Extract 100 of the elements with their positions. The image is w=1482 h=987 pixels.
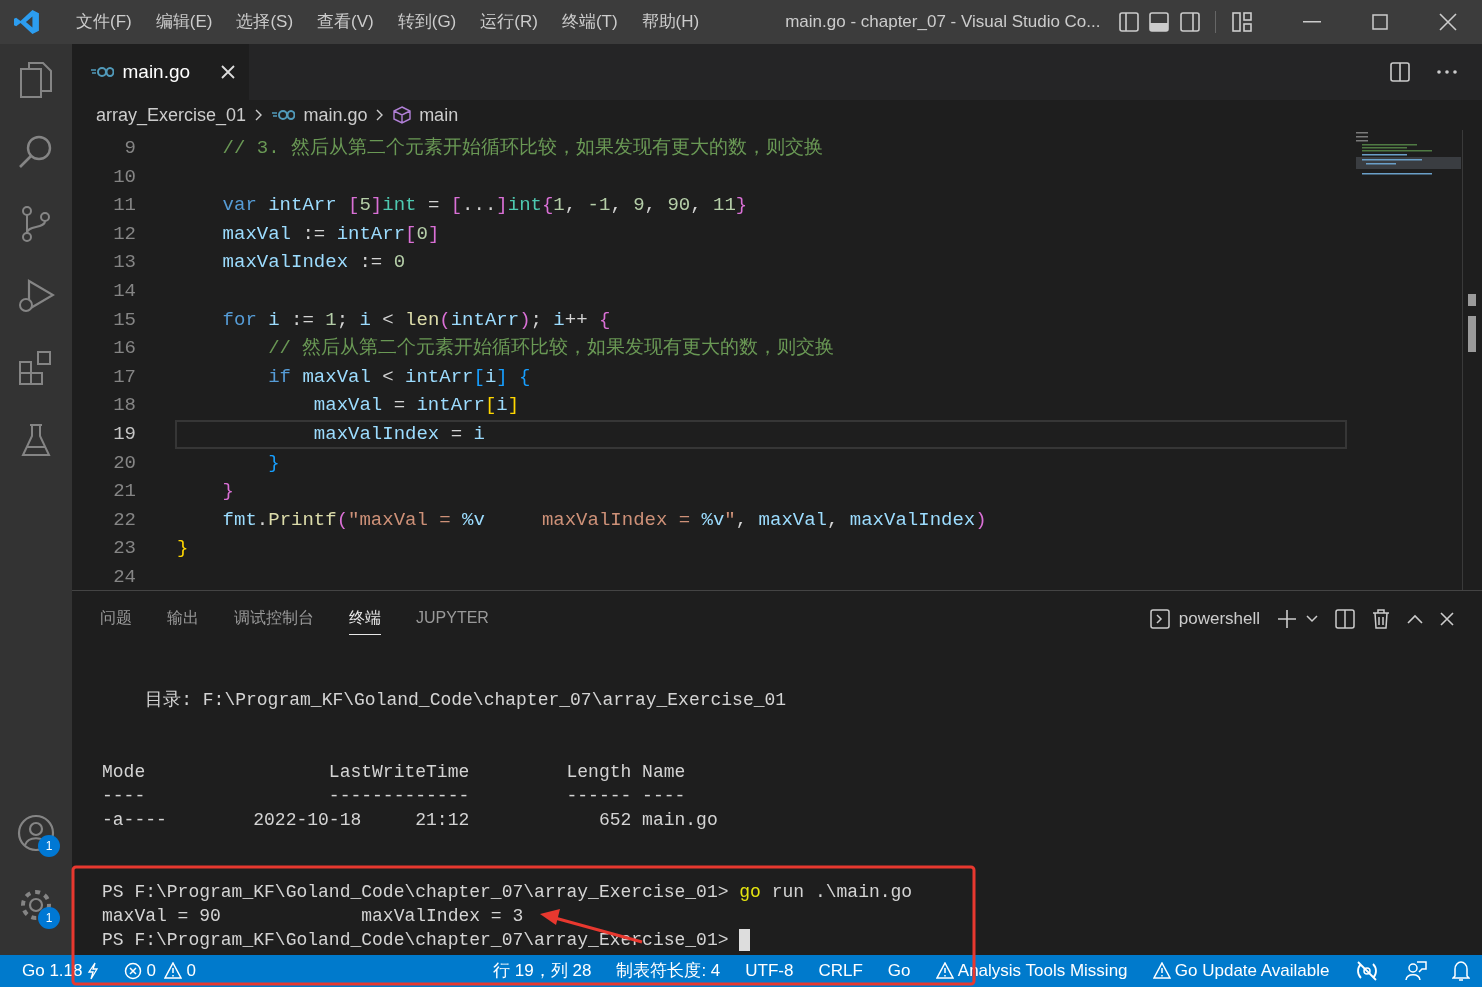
status-item[interactable]: CRLF: [818, 958, 863, 984]
status-item[interactable]: Go Update Available: [1174, 958, 1330, 984]
toggle-sidebar-icon[interactable]: [1117, 11, 1140, 33]
menu-item[interactable]: 查看(V): [305, 9, 386, 35]
line-number: 11: [112, 193, 136, 219]
close-icon[interactable]: [1439, 13, 1457, 31]
line-number: 15: [112, 307, 136, 333]
layout-icon[interactable]: [1230, 11, 1253, 33]
menu-item[interactable]: 终端(T): [549, 9, 630, 35]
code-line: if maxVal < intArr[i] {: [267, 364, 532, 390]
line-number: 13: [112, 250, 136, 276]
status-item[interactable]: UTF-8: [745, 958, 794, 984]
status-item[interactable]: Go: [887, 958, 911, 984]
breadcrumb-item[interactable]: main: [419, 101, 459, 129]
run-debug-icon[interactable]: [17, 278, 55, 314]
close-icon[interactable]: [1440, 611, 1454, 626]
scrollbar-thumb[interactable]: [1468, 294, 1478, 352]
chevron-down-icon[interactable]: [1306, 614, 1318, 623]
toggle-panel-icon[interactable]: [1148, 11, 1170, 33]
line-number: 9: [123, 136, 136, 162]
line-number: 14: [112, 279, 136, 304]
code-line: maxValIndex := 0: [221, 250, 407, 276]
line-number: 21: [112, 479, 136, 505]
chevron-right-icon: [376, 109, 385, 121]
code-line: }: [267, 450, 281, 476]
line-number: 22: [112, 507, 136, 533]
code-line: for i := 1; i < len(intArr); i++ {: [221, 307, 612, 333]
search-icon[interactable]: [18, 134, 54, 170]
code-line: // 3. 然后从第二个元素开始循环比较，如果发现有更大的数，则交换: [221, 136, 825, 162]
line-number: 24: [112, 564, 136, 590]
panel-tab[interactable]: 问题: [100, 602, 132, 635]
line-number: 20: [112, 450, 136, 476]
terminal-line: maxVal = 90 maxValIndex = 3: [102, 906, 524, 926]
more-actions-icon[interactable]: [1436, 70, 1457, 74]
breadcrumb-item[interactable]: array_Exercise_01: [96, 101, 247, 129]
line-number: 12: [112, 221, 136, 247]
terminal-line: 目录: F:\Program_KF\Goland_Code\chapter_07\array_Exercise_01: [144, 690, 787, 710]
close-icon: [220, 65, 235, 79]
terminal-icon: [1150, 608, 1171, 629]
terminal-line: PS F:\Program_KF\Goland_Code\chapter_07\array_Exercise_01>: [102, 930, 730, 950]
menu-item[interactable]: 选择(S): [224, 9, 306, 35]
extensions-icon[interactable]: [18, 350, 54, 386]
notification-badge: 1: [38, 835, 60, 857]
line-number: 10: [112, 164, 136, 190]
breadcrumb-item[interactable]: main.go: [303, 101, 368, 129]
menu-item[interactable]: 转到(G): [385, 9, 469, 35]
menu-item[interactable]: 运行(R): [468, 9, 550, 35]
bell-icon[interactable]: [1452, 960, 1470, 982]
toggle-secondary-sidebar-icon[interactable]: [1178, 11, 1201, 33]
trash-icon[interactable]: [1372, 608, 1390, 629]
error-count[interactable]: 0: [146, 958, 156, 984]
feedback-icon[interactable]: [1404, 960, 1427, 982]
line-number: 16: [112, 336, 136, 362]
panel-tab[interactable]: 调试控制台: [234, 602, 314, 635]
code-line: // 然后从第二个元素开始循环比较，如果发现有更大的数，则交换: [267, 336, 836, 362]
menu-item[interactable]: 帮助(H): [629, 9, 712, 35]
add-icon[interactable]: [1277, 608, 1297, 629]
notification-badge: 1: [38, 907, 60, 929]
line-number: 18: [112, 393, 136, 419]
menu-item[interactable]: 文件(F): [64, 9, 144, 35]
warning-icon: [164, 962, 183, 980]
code-line: maxVal := intArr[0]: [221, 221, 441, 247]
terminal-shell-label[interactable]: powershell: [1178, 605, 1260, 632]
code-line: fmt.Printf("maxVal = %v maxValIndex = %v", maxVal, maxValIndex): [221, 507, 988, 533]
flask-icon[interactable]: [21, 423, 51, 457]
source-control-icon[interactable]: [20, 205, 52, 243]
go-file-icon: [90, 66, 114, 78]
split-terminal-icon[interactable]: [1335, 608, 1355, 629]
chevron-up-icon[interactable]: [1407, 613, 1423, 624]
window-title: main.go - chapter_07 - Visual Studio Co...: [785, 11, 1101, 34]
terminal-line: PS F:\Program_KF\Goland_Code\chapter_07\array_Exercise_01> go run .\main.go: [102, 882, 913, 902]
panel-tab[interactable]: JUPYTER: [416, 602, 489, 635]
code-line: var intArr [5]int = [...]int{1, -1, 9, 90, 11}: [221, 193, 749, 219]
warning-count[interactable]: 0: [186, 958, 196, 984]
warning-icon: [1152, 962, 1171, 980]
status-item[interactable]: 制表符长度: 4: [616, 958, 721, 984]
line-number: 17: [112, 364, 136, 390]
status-item[interactable]: 行 19，列 28: [493, 958, 592, 984]
terminal-line: -a---- 2022-10-18 21:12 652 main.go: [102, 810, 718, 830]
lightning-icon: [86, 962, 99, 980]
code-line: maxVal = intArr[i]: [312, 393, 521, 419]
go-file-icon: [271, 109, 296, 121]
terminal-line: Mode LastWriteTime Length Name: [102, 762, 686, 782]
line-number: 23: [112, 536, 136, 562]
code-line: }: [221, 479, 235, 505]
cube-icon: [392, 106, 411, 124]
menu-item[interactable]: 编辑(E): [143, 9, 225, 35]
account-icon[interactable]: [17, 814, 55, 852]
panel-tab[interactable]: 输出: [167, 602, 199, 635]
line-number: 19: [112, 422, 136, 447]
maximize-icon[interactable]: [1372, 14, 1388, 30]
chevron-right-icon: [254, 109, 263, 121]
broadcast-off-icon[interactable]: [1355, 960, 1379, 982]
code-line: }: [176, 536, 190, 562]
panel-tab[interactable]: 终端: [349, 602, 381, 635]
app-logo-icon: [14, 9, 40, 35]
files-icon[interactable]: [19, 61, 53, 99]
warning-icon: [935, 962, 954, 980]
editor-tab[interactable]: main.go: [72, 44, 249, 100]
split-editor-icon[interactable]: [1389, 61, 1411, 83]
